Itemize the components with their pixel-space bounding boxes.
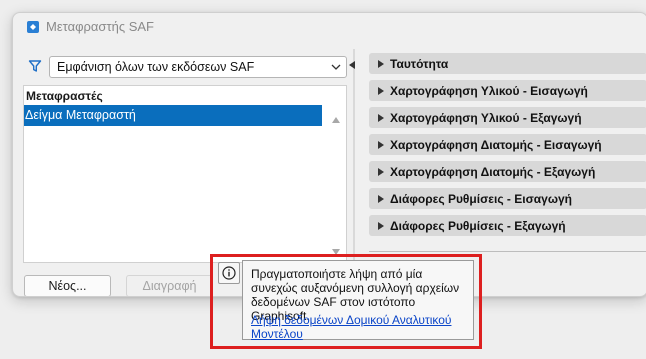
collapse-left-arrow-icon[interactable]	[349, 61, 355, 69]
section-label: Χαρτογράφηση Υλικού - Εξαγωγή	[390, 111, 582, 125]
section-identity[interactable]: Ταυτότητα	[369, 53, 646, 74]
saf-translator-window: Μεταφραστής SAF Εμφάνιση όλων των εκδόσε…	[12, 12, 646, 297]
expand-arrow-icon	[378, 141, 384, 149]
expand-arrow-icon	[378, 195, 384, 203]
section-label: Διάφορες Ρυθμίσεις - Εισαγωγή	[390, 192, 572, 206]
section-label: Ταυτότητα	[390, 57, 449, 71]
list-item-label: Δείγμα Μεταφραστή	[25, 108, 136, 122]
window-title: Μεταφραστής SAF	[46, 19, 154, 34]
section-label: Διάφορες Ρυθμίσεις - Εξαγωγή	[390, 219, 566, 233]
section-material-import[interactable]: Χαρτογράφηση Υλικού - Εισαγωγή	[369, 80, 646, 101]
app-icon	[27, 21, 39, 33]
list-item[interactable]: Δείγμα Μεταφραστή	[24, 105, 322, 126]
dropdown-selected-value: Εμφάνιση όλων των εκδόσεων SAF	[57, 60, 255, 74]
section-material-export[interactable]: Χαρτογράφηση Υλικού - Εξαγωγή	[369, 107, 646, 128]
section-label: Χαρτογράφηση Διατομής - Εισαγωγή	[390, 138, 602, 152]
chevron-down-icon	[331, 64, 341, 70]
scroll-down-arrow-icon[interactable]	[332, 249, 340, 255]
delete-translator-button[interactable]: Διαγραφή	[126, 275, 213, 296]
section-profile-import[interactable]: Χαρτογράφηση Διατομής - Εισαγωγή	[369, 134, 646, 155]
translators-list[interactable]: Μεταφραστές Δείγμα Μεταφραστή	[23, 85, 347, 263]
section-misc-export[interactable]: Διάφορες Ρυθμίσεις - Εξαγωγή	[369, 215, 646, 236]
section-profile-export[interactable]: Χαρτογράφηση Διατομής - Εξαγωγή	[369, 161, 646, 182]
sections-divider	[369, 251, 646, 252]
expand-arrow-icon	[378, 222, 384, 230]
pane-splitter[interactable]	[353, 49, 355, 289]
list-header: Μεταφραστές	[26, 89, 103, 103]
title-bar[interactable]: Μεταφραστής SAF	[13, 13, 646, 41]
new-translator-button[interactable]: Νέος...	[24, 275, 111, 296]
section-label: Χαρτογράφηση Διατομής - Εξαγωγή	[390, 165, 596, 179]
section-label: Χαρτογράφηση Υλικού - Εισαγωγή	[390, 84, 588, 98]
download-tooltip: Πραγματοποιήστε λήψη από μία συνεχώς αυξ…	[242, 260, 474, 341]
expand-arrow-icon	[378, 87, 384, 95]
expand-arrow-icon	[378, 60, 384, 68]
scroll-up-arrow-icon[interactable]	[332, 117, 340, 123]
expand-arrow-icon	[378, 114, 384, 122]
expand-arrow-icon	[378, 168, 384, 176]
info-button[interactable]	[218, 262, 240, 284]
info-icon	[222, 266, 236, 280]
download-saf-link[interactable]: Λήψη δεδομένων Δομικού Αναλυτικού Μοντέλ…	[251, 313, 466, 341]
version-filter-dropdown[interactable]: Εμφάνιση όλων των εκδόσεων SAF	[49, 56, 347, 78]
filter-icon[interactable]	[28, 59, 42, 73]
section-misc-import[interactable]: Διάφορες Ρυθμίσεις - Εισαγωγή	[369, 188, 646, 209]
